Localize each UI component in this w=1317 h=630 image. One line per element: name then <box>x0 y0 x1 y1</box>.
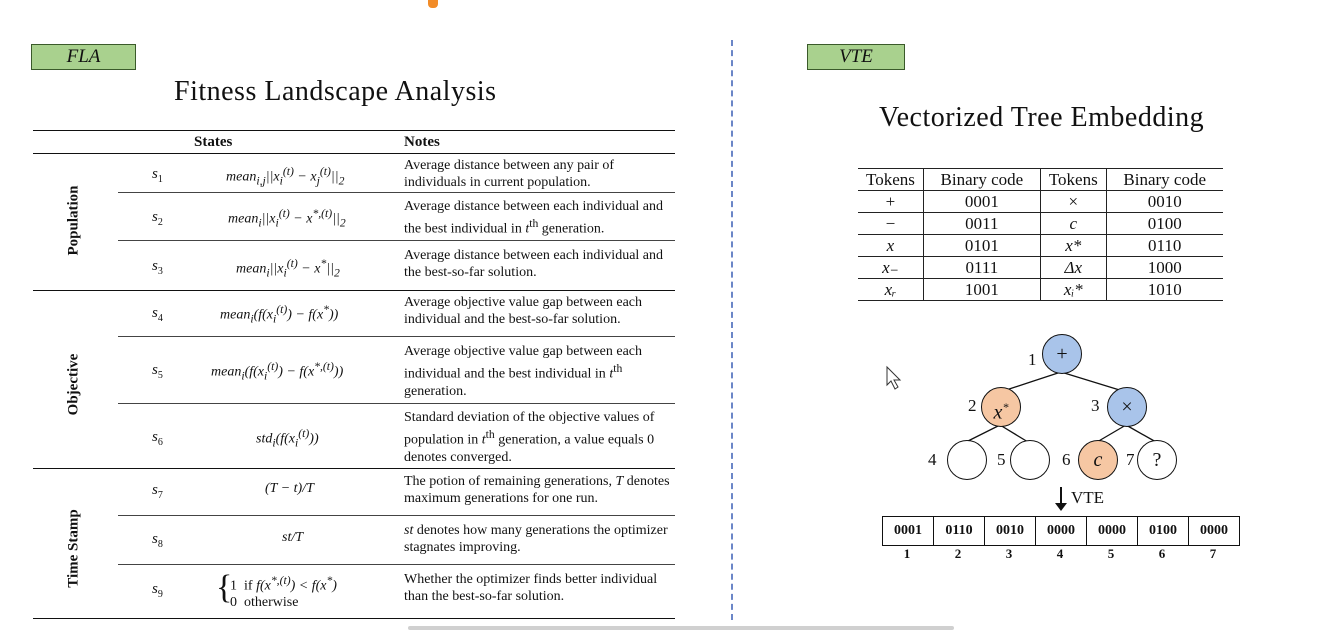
code-box: 0100 <box>1137 516 1189 546</box>
code-box: 0001 <box>882 516 934 546</box>
tree-node-3: × <box>1107 387 1147 427</box>
tree-node-index: 2 <box>968 396 977 415</box>
tree-node-7: ? <box>1137 440 1177 480</box>
tree-node-4 <box>947 440 987 480</box>
tree-node-index: 4 <box>928 450 937 469</box>
code-box: 0000 <box>1035 516 1087 546</box>
tree-node-6: c <box>1078 440 1118 480</box>
code-index: 4 <box>1056 546 1064 561</box>
tree-node-2: x* <box>981 387 1021 427</box>
code-index: 6 <box>1158 546 1166 561</box>
code-index: 3 <box>1005 546 1013 561</box>
code-index: 2 <box>954 546 962 561</box>
tree-edge <box>999 424 1029 443</box>
tree-node-index: 6 <box>1062 450 1071 469</box>
tree-node-index: 1 <box>1028 350 1037 369</box>
vte-arrow-label: VTE <box>1071 488 1105 507</box>
code-box: 0110 <box>933 516 985 546</box>
code-index: 1 <box>903 546 911 561</box>
code-index: 5 <box>1107 546 1115 561</box>
mouse-cursor-icon <box>886 365 902 390</box>
tree-edge <box>1125 424 1157 443</box>
tree-node-5 <box>1010 440 1050 480</box>
code-index: 7 <box>1209 546 1217 561</box>
tree-node-index: 5 <box>997 450 1006 469</box>
tree-node-index: 7 <box>1126 450 1135 469</box>
tree-node-1: + <box>1042 334 1082 374</box>
tree-node-index: 3 <box>1091 396 1100 415</box>
vte-arrow-head <box>1055 503 1067 511</box>
code-box: 0000 <box>1086 516 1138 546</box>
code-box: 0000 <box>1188 516 1240 546</box>
star-superscript: * <box>1002 400 1009 414</box>
horizontal-scrollbar[interactable] <box>408 626 954 630</box>
code-box: 0010 <box>984 516 1036 546</box>
